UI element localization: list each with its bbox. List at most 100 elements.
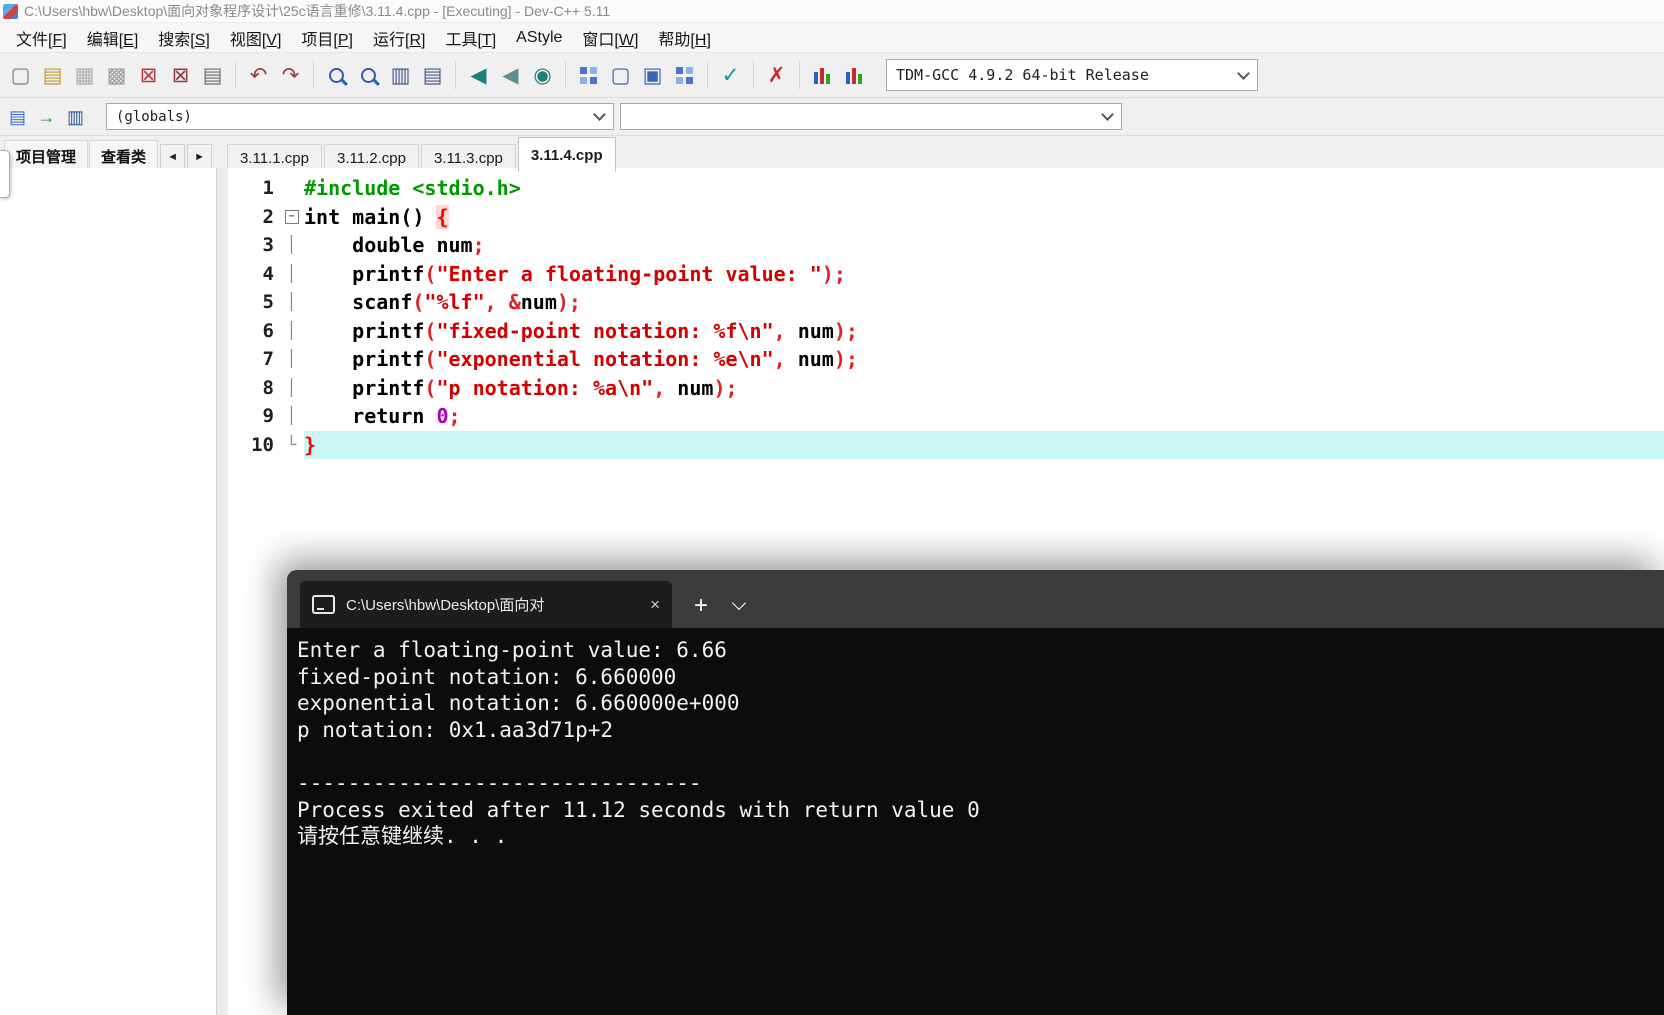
panel-splitter[interactable] bbox=[217, 168, 228, 1015]
menu-item-3[interactable]: 视图[V] bbox=[220, 26, 292, 50]
line-number: 6 bbox=[262, 319, 274, 342]
line-number: 7 bbox=[262, 348, 274, 370]
line-number: 2 bbox=[262, 205, 274, 228]
console-icon bbox=[312, 595, 335, 614]
editor-tab-3.11.4.cpp[interactable]: 3.11.4.cpp bbox=[517, 137, 616, 172]
abort-icon[interactable]: ✗ bbox=[762, 61, 791, 90]
globals-select[interactable]: (globals) bbox=[106, 103, 614, 130]
code-line-7[interactable]: 7 │ printf("exponential notation: %e\n", … bbox=[228, 345, 1664, 374]
save-all-icon[interactable]: ▩ bbox=[102, 61, 131, 90]
code-text[interactable]: printf("p notation: %a\n", num); bbox=[304, 374, 1664, 403]
code-text[interactable]: printf("fixed-point notation: %f\n", num… bbox=[304, 317, 1664, 346]
close-tab-icon[interactable]: × bbox=[650, 596, 660, 613]
line-number: 3 bbox=[262, 234, 274, 256]
globals-select-value: (globals) bbox=[116, 108, 192, 125]
code-text[interactable]: printf("Enter a floating-point value: ")… bbox=[304, 260, 1664, 289]
back-icon[interactable]: ◀ bbox=[464, 61, 493, 90]
code-line-6[interactable]: 6 │ printf("fixed-point notation: %f\n", … bbox=[228, 317, 1664, 346]
toolbar-icons: ▢ ▤ ▦ ▩ ⊠ ⊠ ▤ ↶ ↷ ▥ ▤ ◀ ◀ ◉ ▢ ▣ ✓ ✗ bbox=[6, 61, 869, 90]
compile-icon[interactable] bbox=[574, 61, 603, 90]
floating-panel-handle[interactable] bbox=[0, 150, 10, 198]
compile-run-icon[interactable] bbox=[670, 61, 699, 90]
tab-class-browser-label: 查看类 bbox=[101, 148, 147, 166]
menu-item-5[interactable]: 运行[R] bbox=[363, 26, 435, 50]
goto-definition-icon[interactable]: → bbox=[34, 104, 59, 129]
menu-item-8[interactable]: 窗口[W] bbox=[572, 26, 648, 50]
code-text[interactable]: return 0; bbox=[304, 402, 1664, 431]
fold-marker: │ bbox=[286, 406, 297, 425]
menu-item-6[interactable]: 工具[T] bbox=[435, 26, 506, 50]
pause-icon[interactable]: ◉ bbox=[528, 61, 557, 90]
code-text[interactable]: int main() { bbox=[304, 203, 1664, 232]
devcpp-app-icon bbox=[3, 3, 18, 19]
open-icon[interactable]: ▤ bbox=[38, 61, 67, 90]
new-tab-button[interactable]: + bbox=[694, 594, 708, 618]
menu-item-2[interactable]: 搜索[S] bbox=[148, 26, 220, 50]
terminal-line: Process exited after 11.12 seconds with … bbox=[297, 797, 980, 822]
print-icon[interactable]: ▤ bbox=[198, 61, 227, 90]
menu-item-4[interactable]: 项目[P] bbox=[291, 26, 363, 50]
reformat-icon[interactable]: ▤ bbox=[418, 61, 447, 90]
chevron-down-icon bbox=[593, 108, 606, 121]
profile-icon[interactable] bbox=[808, 61, 837, 90]
compiler-select-value: TDM-GCC 4.9.2 64-bit Release bbox=[896, 66, 1149, 84]
menu-item-1[interactable]: 编辑[E] bbox=[77, 26, 149, 50]
compiler-select[interactable]: TDM-GCC 4.9.2 64-bit Release bbox=[886, 59, 1258, 91]
window-title: C:\Users\hbw\Desktop\面向对象程序设计\25c语言重修\3.… bbox=[24, 3, 611, 19]
code-line-1[interactable]: 1 #include <stdio.h> bbox=[228, 174, 1664, 203]
fold-marker[interactable]: − bbox=[279, 203, 304, 232]
terminal-line: fixed-point notation: 6.660000 bbox=[297, 664, 677, 689]
terminal-tab[interactable]: C:\Users\hbw\Desktop\面向对 × bbox=[300, 581, 672, 628]
terminal-line: 请按任意键继续. . . bbox=[297, 824, 508, 849]
fold-marker: │ bbox=[286, 235, 297, 254]
menu-item-7[interactable]: AStyle bbox=[506, 29, 572, 47]
code-line-10[interactable]: 10 └} bbox=[228, 430, 1664, 459]
undo-icon[interactable]: ↶ bbox=[244, 61, 273, 90]
goto-line-icon[interactable]: ▥ bbox=[386, 61, 415, 90]
debug-check-icon[interactable]: ✓ bbox=[716, 61, 745, 90]
run-icon[interactable]: ▢ bbox=[606, 61, 635, 90]
code-line-8[interactable]: 8 │ printf("p notation: %a\n", num); bbox=[228, 374, 1664, 403]
main-toolbar: ▢ ▤ ▦ ▩ ⊠ ⊠ ▤ ↶ ↷ ▥ ▤ ◀ ◀ ◉ ▢ ▣ ✓ ✗ TDM-GCC 4.9.2 64-bit … bbox=[0, 53, 1664, 98]
code-line-9[interactable]: 9 │ return 0; bbox=[228, 402, 1664, 431]
title-bar: C:\Users\hbw\Desktop\面向对象程序设计\25c语言重修\3.… bbox=[0, 0, 1664, 23]
tab-dropdown-chevron-icon[interactable] bbox=[731, 595, 747, 611]
menu-item-9[interactable]: 帮助[H] bbox=[648, 26, 720, 50]
redo-icon[interactable]: ↷ bbox=[276, 61, 305, 90]
find-icon[interactable] bbox=[322, 61, 351, 90]
code-text[interactable]: } bbox=[304, 430, 1664, 459]
menu-item-0[interactable]: 文件[F] bbox=[6, 26, 77, 50]
terminal-window[interactable]: C:\Users\hbw\Desktop\面向对 × + Enter a flo… bbox=[287, 570, 1664, 1015]
terminal-title-bar[interactable]: C:\Users\hbw\Desktop\面向对 × + bbox=[287, 570, 1664, 628]
code-line-5[interactable]: 5 │ scanf("%lf", &num); bbox=[228, 288, 1664, 317]
replace-icon[interactable] bbox=[354, 61, 383, 90]
bookmark-icon[interactable]: ▥ bbox=[63, 104, 88, 129]
code-line-4[interactable]: 4 │ printf("Enter a floating-point value:… bbox=[228, 260, 1664, 289]
new-source-icon[interactable]: ▢ bbox=[6, 61, 35, 90]
code-line-2[interactable]: 2− int main() { bbox=[228, 203, 1664, 232]
members-select[interactable] bbox=[620, 103, 1122, 130]
fold-marker: │ bbox=[286, 349, 297, 368]
line-number: 5 bbox=[262, 291, 274, 313]
terminal-tab-title: C:\Users\hbw\Desktop\面向对 bbox=[346, 597, 545, 614]
code-line-3[interactable]: 3 │ double num; bbox=[228, 231, 1664, 260]
code-text[interactable]: scanf("%lf", &num); bbox=[304, 288, 1664, 317]
delete-profiling-icon[interactable] bbox=[840, 61, 869, 90]
editor-tabs: 3.11.1.cpp 3.11.2.cpp 3.11.3.cpp 3.11.4.cpp bbox=[227, 137, 618, 172]
tab-scroll-left-icon[interactable]: ◄ bbox=[160, 144, 186, 170]
rebuild-all-icon[interactable]: ▣ bbox=[638, 61, 667, 90]
code-text[interactable]: double num; bbox=[304, 231, 1664, 260]
project-panel[interactable] bbox=[0, 168, 217, 1015]
tab-scroll-right-icon[interactable]: ► bbox=[187, 144, 213, 170]
fold-marker: │ bbox=[286, 292, 297, 311]
forward-icon[interactable]: ◀ bbox=[496, 61, 525, 90]
chevron-down-icon bbox=[1237, 66, 1250, 80]
chevron-down-icon bbox=[1101, 108, 1114, 121]
code-text[interactable]: #include <stdio.h> bbox=[304, 174, 1664, 203]
close-all-icon[interactable]: ⊠ bbox=[166, 61, 195, 90]
save-icon[interactable]: ▦ bbox=[70, 61, 99, 90]
code-text[interactable]: printf("exponential notation: %e\n", num… bbox=[304, 345, 1664, 374]
close-icon[interactable]: ⊠ bbox=[134, 61, 163, 90]
fold-marker: │ bbox=[286, 377, 297, 397]
new-file-small-icon[interactable]: ▤ bbox=[5, 104, 30, 129]
